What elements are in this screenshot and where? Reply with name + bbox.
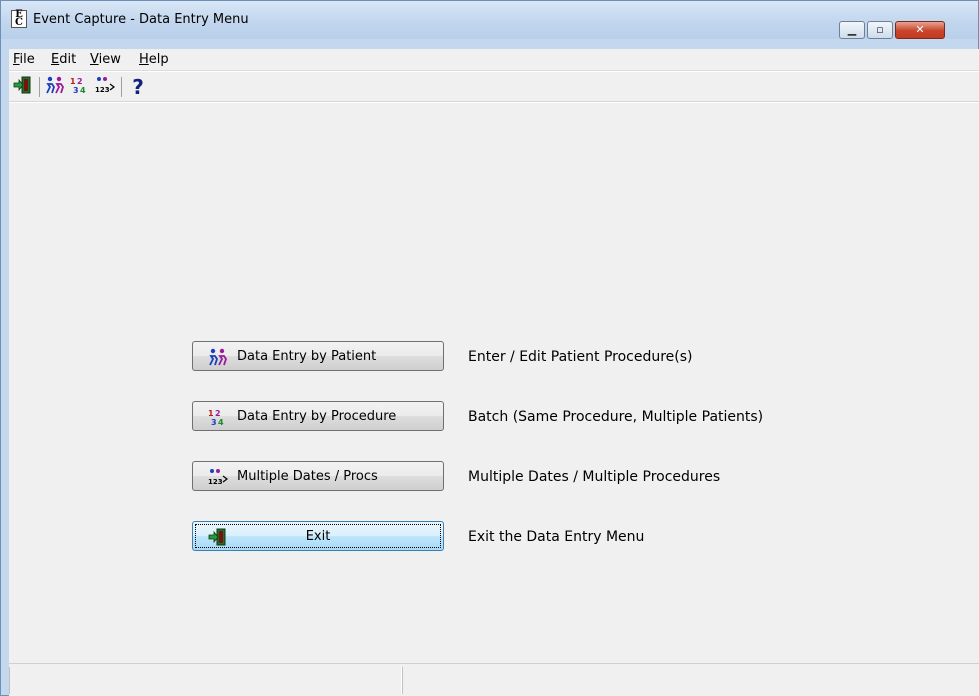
data-entry-menu: Data Entry by Patient Enter / Edit Patie…: [9, 103, 979, 663]
application-window: E C Event Capture - Data Entry Menu ▁ ▫ …: [0, 0, 979, 696]
button-label: Data Entry by Patient: [237, 349, 377, 364]
action-description: Enter / Edit Patient Procedure(s): [468, 349, 693, 365]
action-description: Batch (Same Procedure, Multiple Patients…: [468, 409, 764, 425]
toolbar-multiple-dates-button[interactable]: 123: [94, 76, 116, 98]
exit-button[interactable]: Exit: [192, 521, 444, 551]
toolbar-exit-button[interactable]: [12, 76, 34, 98]
client-area: File Edit View Help 1 2 3 4 123 ? Data E…: [9, 49, 979, 696]
menu-file[interactable]: File: [13, 52, 35, 67]
maximize-button[interactable]: ▫: [867, 21, 893, 39]
svg-text:2: 2: [77, 77, 83, 86]
close-icon: ✕: [915, 23, 925, 36]
svg-text:123: 123: [208, 478, 223, 486]
toolbar-patient-button[interactable]: [44, 76, 66, 98]
button-label: Multiple Dates / Procs: [237, 469, 378, 484]
menu-view[interactable]: View: [90, 52, 121, 67]
svg-text:2: 2: [215, 409, 221, 418]
numbers-icon: 1 2 3 4: [208, 409, 224, 426]
patients-icon: [46, 76, 64, 94]
status-panel: [9, 667, 402, 694]
svg-text:3: 3: [211, 418, 217, 426]
status-bar: [9, 663, 979, 696]
toolbar: 1 2 3 4 123 ?: [9, 72, 979, 102]
patients-icon: [209, 348, 227, 366]
title-bar[interactable]: E C Event Capture - Data Entry Menu ▁ ▫ …: [1, 1, 978, 39]
status-panel: [402, 667, 979, 694]
svg-text:3: 3: [73, 86, 79, 94]
action-description: Exit the Data Entry Menu: [468, 529, 645, 545]
multiple-dates-icon: 123: [95, 77, 115, 94]
close-button[interactable]: ✕: [895, 21, 945, 39]
window-title: Event Capture - Data Entry Menu: [33, 12, 249, 27]
data-entry-by-patient-button[interactable]: Data Entry by Patient: [192, 341, 444, 371]
numbers-icon: 1 2 3 4: [70, 77, 86, 95]
svg-text:123: 123: [95, 86, 110, 94]
toolbar-separator: [39, 77, 40, 97]
toolbar-procedure-button[interactable]: 1 2 3 4: [69, 76, 91, 98]
svg-text:4: 4: [218, 418, 224, 426]
toolbar-separator: [121, 77, 122, 97]
menu-edit[interactable]: Edit: [51, 52, 76, 67]
data-entry-by-procedure-button[interactable]: 1 2 3 4 Data Entry by Procedure: [192, 401, 444, 431]
multiple-dates-procs-button[interactable]: 123 Multiple Dates / Procs: [192, 461, 444, 491]
multiple-dates-icon: 123: [208, 469, 228, 486]
svg-text:1: 1: [70, 77, 76, 86]
svg-text:4: 4: [80, 86, 86, 94]
help-icon: ?: [132, 75, 144, 99]
svg-text:1: 1: [208, 409, 214, 418]
minimize-button[interactable]: ▁: [839, 21, 865, 39]
button-label: Exit: [305, 529, 331, 544]
app-icon[interactable]: E C: [11, 10, 27, 28]
action-description: Multiple Dates / Multiple Procedures: [468, 469, 721, 485]
menu-bar: File Edit View Help: [9, 49, 979, 71]
exit-icon: [13, 76, 31, 94]
maximize-icon: ▫: [876, 23, 884, 36]
minimize-icon: ▁: [847, 23, 857, 36]
toolbar-help-button[interactable]: ?: [127, 76, 149, 98]
button-label: Data Entry by Procedure: [237, 409, 397, 424]
menu-help[interactable]: Help: [139, 52, 169, 67]
